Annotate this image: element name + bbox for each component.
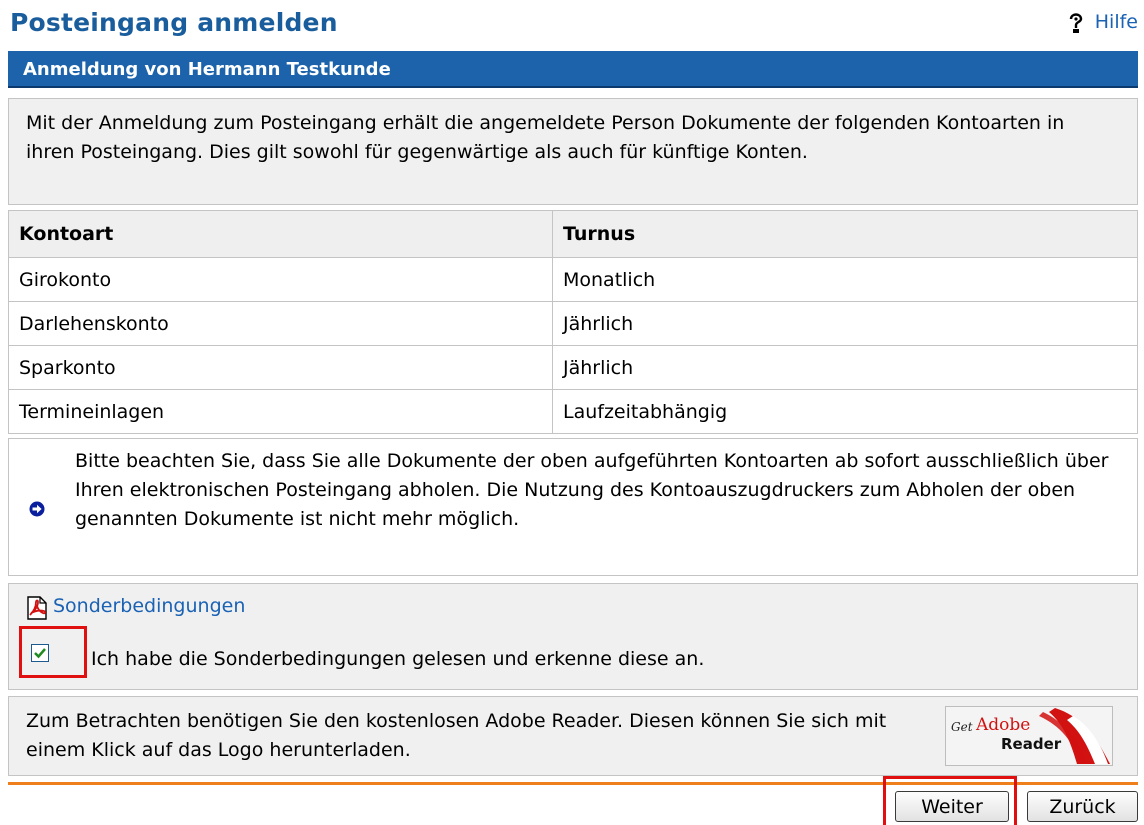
adobe-reader-box: Zum Betrachten benötigen Sie den kostenl… [8,696,1138,776]
adobe-reader-text: Zum Betrachten benötigen Sie den kostenl… [26,710,887,761]
table-cell-kontoart: Darlehenskonto [8,301,553,346]
arrow-right-circle-icon [29,501,45,517]
conditions-box: Sonderbedingungen Ich habe die Sonderbed… [8,583,1138,690]
table-row: Girokonto Monatlich [8,257,1138,302]
table-cell-turnus: Jährlich [552,345,1138,390]
help-link[interactable]: Hilfe [1065,10,1138,34]
notice-box: Bitte beachten Sie, dass Sie alle Dokume… [8,438,1138,576]
special-conditions-link[interactable]: Sonderbedingungen [53,595,245,617]
back-button[interactable]: Zurück [1027,791,1138,822]
column-header-turnus: Turnus [552,210,1138,258]
table-cell-turnus: Laufzeitabhängig [552,389,1138,434]
table-row: Darlehenskonto Jährlich [8,301,1138,346]
table-cell-kontoart: Termineinlagen [8,389,553,434]
logo-adobe-text: Adobe [976,715,1031,735]
accept-checkbox-row [27,640,53,666]
accept-conditions-checkbox[interactable] [31,644,49,662]
column-header-kontoart: Kontoart [8,210,553,258]
table-cell-turnus: Monatlich [552,257,1138,302]
table-row: Sparkonto Jährlich [8,345,1138,390]
table-row: Termineinlagen Laufzeitabhängig [8,389,1138,434]
help-question-icon [1069,13,1082,33]
table-cell-kontoart: Girokonto [8,257,553,302]
help-label[interactable]: Hilfe [1095,11,1138,33]
table-header-row: Kontoart Turnus [8,210,1138,258]
pdf-icon [27,596,47,620]
table-cell-turnus: Jährlich [552,301,1138,346]
logo-get-text: Get [951,720,973,734]
table-cell-kontoart: Sparkonto [8,345,553,390]
notice-text: Bitte beachten Sie, dass Sie alle Dokume… [75,450,1109,530]
intro-text: Mit der Anmeldung zum Posteingang erhält… [8,98,1138,205]
page-title: Posteingang anmelden [10,8,338,37]
orange-divider [8,782,1138,785]
logo-reader-text: Reader [1001,735,1062,753]
section-header: Anmeldung von Hermann Testkunde [8,51,1138,88]
checkmark-icon [34,648,46,659]
account-types-table: Kontoart Turnus Girokonto Monatlich Darl… [8,210,1138,434]
accept-conditions-label[interactable]: Ich habe die Sonderbedingungen gelesen u… [91,648,704,670]
next-button[interactable]: Weiter [895,791,1009,822]
